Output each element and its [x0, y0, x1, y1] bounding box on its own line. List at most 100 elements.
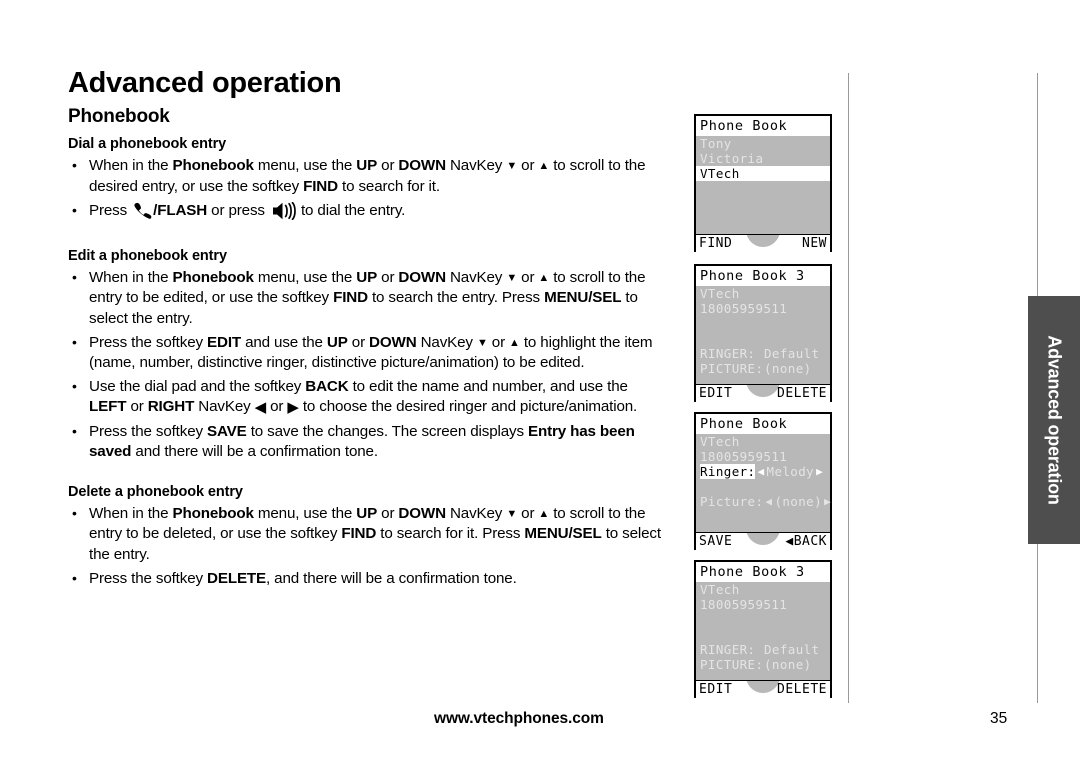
- lcd-body: VTech 18005959511 RINGER: Default PICTURE…: [696, 582, 830, 680]
- navkey-up-icon: ▲: [538, 160, 550, 173]
- lcd-entry-vtech-selected: VTech: [696, 166, 830, 181]
- section-title: Phonebook: [68, 106, 170, 128]
- phone-handset-icon: [133, 202, 153, 225]
- subsection-delete-heading: Delete a phonebook entry: [68, 484, 243, 501]
- lcd-blank-line: [696, 627, 830, 642]
- lcd-ringer-value: Default: [764, 346, 820, 361]
- subsection-edit-heading: Edit a phonebook entry: [68, 248, 227, 265]
- navkey-up-icon: ▲: [538, 508, 550, 521]
- lcd-screen-phonebook-list: Phone Book Tony Victoria VTech FIND NEW: [694, 114, 832, 253]
- navkey-up-icon: ▲: [509, 336, 520, 349]
- page-footer: www.vtechphones.com 35: [0, 710, 1080, 734]
- navkey-down-icon: ▼: [506, 272, 518, 285]
- lcd-title: Phone Book 3: [696, 562, 830, 582]
- list-item: Press the softkey SAVE to save the chang…: [68, 422, 668, 462]
- lcd-entry-tony: Tony: [700, 136, 732, 151]
- lcd-entry-number: 18005959511: [700, 597, 788, 612]
- footer-website: www.vtechphones.com: [434, 710, 604, 727]
- lcd-picture-value: (none): [764, 361, 812, 376]
- lcd-title: Phone Book 3: [696, 266, 830, 286]
- softkey-back-label: BACK: [793, 534, 827, 549]
- lcd-title: Phone Book: [696, 116, 830, 136]
- lcd-screen-entry-detail-2: Phone Book 3 VTech 18005959511 RINGER: De…: [694, 560, 832, 699]
- manual-page: Advanced operation Phonebook Dial a phon…: [0, 0, 1080, 771]
- lcd-ringer-label: RINGER:: [700, 642, 756, 657]
- lcd-entry-victoria: Victoria: [700, 151, 764, 166]
- lcd-ringer-selector[interactable]: Ringer: ◀ Melody ▶: [696, 464, 830, 479]
- lcd-ringer-label: RINGER:: [700, 346, 756, 361]
- navkey-left-icon: ◀: [254, 399, 267, 417]
- navkey-right-icon[interactable]: ▶: [824, 494, 831, 509]
- speakerphone-icon: [272, 201, 296, 226]
- lcd-body: VTech 18005959511 Ringer: ◀ Melody ▶ Pictur…: [696, 434, 831, 532]
- softkey-notch: [746, 235, 780, 247]
- column-divider-line: [848, 73, 849, 703]
- dial-instruction-list: When in the Phonebook menu, use the UP o…: [68, 156, 668, 226]
- lcd-entry-number: 18005959511: [700, 301, 788, 316]
- lcd-ringer-row: RINGER: Default: [696, 642, 830, 657]
- lcd-picture-label: PICTURE:: [700, 361, 764, 376]
- list-item: Use the dial pad and the softkey BACK to…: [68, 377, 668, 417]
- softkey-notch: [746, 533, 780, 545]
- lcd-softkey-bar: FIND NEW: [696, 234, 830, 253]
- list-item: When in the Phonebook menu, use the UP o…: [68, 268, 668, 329]
- navkey-right-icon[interactable]: ▶: [816, 464, 823, 479]
- subsection-dial-heading: Dial a phonebook entry: [68, 136, 227, 153]
- footer-page-number: 35: [990, 710, 1008, 727]
- navkey-down-icon: ▼: [506, 508, 518, 521]
- lcd-picture-label: Picture:: [700, 494, 764, 509]
- lcd-blank-line: [696, 612, 830, 627]
- lcd-ringer-label: Ringer:: [700, 464, 756, 479]
- softkey-edit[interactable]: EDIT: [699, 681, 732, 699]
- navkey-left-icon[interactable]: ◀: [757, 464, 764, 479]
- lcd-title: Phone Book: [696, 414, 830, 434]
- list-item: Press the softkey EDIT and use the UP or…: [68, 333, 668, 373]
- lcd-body: Tony Victoria VTech: [696, 136, 830, 234]
- list-item: When in the Phonebook menu, use the UP o…: [68, 504, 668, 565]
- softkey-notch: [746, 681, 780, 693]
- navkey-up-icon: ▲: [538, 272, 550, 285]
- lcd-entry-name: VTech: [700, 286, 740, 301]
- softkey-edit[interactable]: EDIT: [699, 385, 732, 403]
- navkey-left-icon: ◀: [785, 534, 794, 549]
- chapter-side-tab: Advanced operation: [1028, 296, 1080, 544]
- lcd-blank-line: [696, 316, 830, 331]
- lcd-entry-name: VTech: [700, 582, 740, 597]
- navkey-right-icon: ▶: [287, 399, 299, 417]
- lcd-picture-selector[interactable]: Picture: ◀ (none) ▶: [696, 494, 831, 509]
- chapter-side-tab-label: Advanced operation: [1044, 335, 1065, 505]
- softkey-notch: [746, 385, 780, 397]
- lcd-picture-value: (none): [774, 494, 822, 509]
- lcd-screen-entry-detail-1: Phone Book 3 VTech 18005959511 RINGER: De…: [694, 264, 832, 403]
- lcd-screen-entry-edit: Phone Book VTech 18005959511 Ringer: ◀ Mel…: [694, 412, 832, 551]
- list-item: When in the Phonebook menu, use the UP o…: [68, 156, 668, 196]
- list-item: Press the softkey DELETE, and there will…: [68, 569, 668, 589]
- lcd-blank-line: [696, 331, 830, 346]
- delete-instruction-list: When in the Phonebook menu, use the UP o…: [68, 504, 668, 589]
- navkey-down-icon: ▼: [476, 336, 488, 349]
- lcd-ringer-value: Melody: [766, 464, 815, 479]
- navkey-down-icon: ▼: [506, 160, 518, 173]
- page-title: Advanced operation: [68, 67, 342, 99]
- lcd-body: VTech 18005959511 RINGER: Default PICTURE…: [696, 286, 830, 384]
- edit-instruction-list: When in the Phonebook menu, use the UP o…: [68, 268, 668, 462]
- lcd-softkey-bar: EDIT DELETE: [696, 680, 830, 699]
- lcd-picture-row: PICTURE: (none): [696, 657, 830, 672]
- lcd-ringer-value: Default: [764, 642, 820, 657]
- softkey-save[interactable]: SAVE: [699, 533, 732, 551]
- softkey-new[interactable]: NEW: [802, 235, 827, 253]
- text-column: Advanced operation Phonebook Dial a phon…: [68, 68, 668, 589]
- softkey-find[interactable]: FIND: [699, 235, 732, 253]
- lcd-ringer-row: RINGER: Default: [696, 346, 830, 361]
- lcd-entry-name: VTech: [700, 434, 740, 449]
- lcd-picture-value: (none): [764, 657, 812, 672]
- lcd-blank-line: [696, 479, 830, 494]
- lcd-softkey-bar: SAVE ◀BACK: [696, 532, 830, 551]
- softkey-back[interactable]: ◀BACK: [785, 533, 827, 551]
- lcd-softkey-bar: EDIT DELETE: [696, 384, 830, 403]
- lcd-entry-number: 18005959511: [700, 449, 788, 464]
- softkey-delete[interactable]: DELETE: [777, 681, 827, 699]
- lcd-picture-row: PICTURE: (none): [696, 361, 830, 376]
- navkey-left-icon[interactable]: ◀: [765, 494, 772, 509]
- softkey-delete[interactable]: DELETE: [777, 385, 827, 403]
